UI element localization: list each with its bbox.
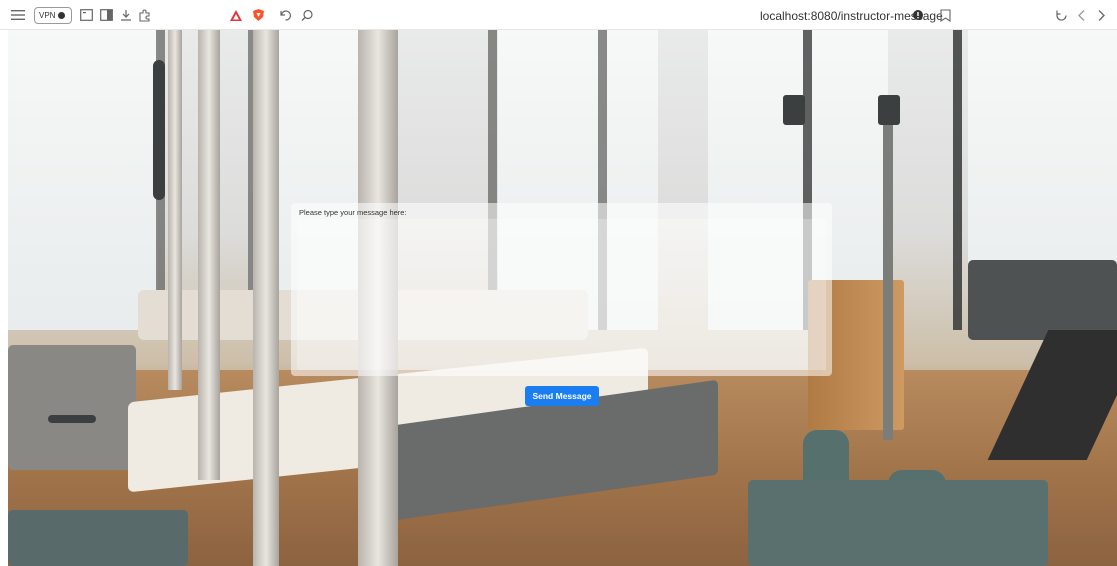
brave-rewards-icon[interactable] (228, 7, 244, 23)
vpn-badge[interactable]: VPN (34, 7, 72, 24)
back-icon[interactable] (1073, 7, 1089, 23)
reader-icon[interactable] (98, 7, 114, 23)
message-card: Please type your message here: (291, 203, 832, 376)
vpn-label: VPN (39, 11, 56, 20)
forward-icon[interactable] (1093, 7, 1109, 23)
history-icon[interactable] (277, 7, 293, 23)
extensions-icon[interactable] (136, 7, 152, 23)
reload-icon[interactable] (1053, 7, 1069, 23)
brave-shields-icon[interactable] (250, 7, 266, 23)
send-message-button[interactable]: Send Message (525, 386, 599, 406)
private-icon[interactable] (910, 7, 926, 23)
message-textarea[interactable] (297, 219, 826, 370)
menu-icon[interactable] (10, 7, 26, 23)
sidebar-icon[interactable] (78, 7, 94, 23)
vpn-status-icon (58, 12, 66, 19)
browser-toolbar: VPN localhost:8080/instructor-message (0, 0, 1117, 30)
bookmark-icon[interactable] (937, 7, 953, 23)
search-icon[interactable] (299, 7, 315, 23)
message-label: Please type your message here: (299, 208, 407, 217)
download-icon[interactable] (118, 7, 134, 23)
